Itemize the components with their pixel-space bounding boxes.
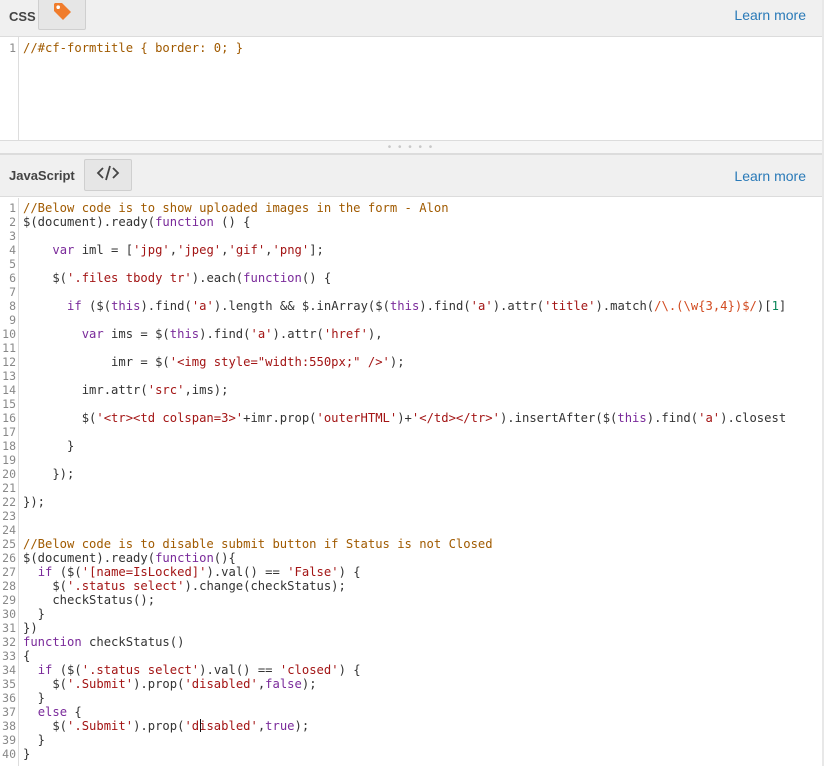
- code-text: $('.Submit').prop('disabled',false);: [23, 677, 317, 691]
- code-text: imr = $('<img style="width:550px;" />');: [23, 355, 405, 369]
- code-text: var ims = $(this).find('a').attr('href')…: [23, 327, 383, 341]
- line-number: 3: [0, 229, 16, 243]
- line-number: 28: [0, 579, 16, 593]
- code-text: //Below code is to disable submit button…: [23, 537, 493, 551]
- line-number: 20: [0, 467, 16, 481]
- line-number: 5: [0, 257, 16, 271]
- tag-icon: [51, 0, 73, 27]
- code-text: $('.Submit').prop('disabled',true);: [23, 719, 309, 733]
- js-editor[interactable]: 1 //Below code is to show uploaded images…: [0, 198, 822, 766]
- code-text: $(document).ready(function () {: [23, 215, 250, 229]
- code-text: }: [23, 439, 74, 453]
- code-icon: [96, 164, 120, 187]
- js-panel-title: JavaScript: [9, 168, 75, 183]
- code-text: $('<tr><td colspan=3>'+imr.prop('outerHT…: [23, 411, 786, 425]
- line-number: 34: [0, 663, 16, 677]
- css-tab-button[interactable]: [38, 0, 86, 30]
- code-text: }: [23, 733, 45, 747]
- line-number: 2: [0, 215, 16, 229]
- line-number: 6: [0, 271, 16, 285]
- line-number: 1: [0, 41, 16, 55]
- line-number: 1: [0, 201, 16, 215]
- line-number: 19: [0, 453, 16, 467]
- code-text: imr.attr('src',ims);: [23, 383, 228, 397]
- code-text: }: [23, 691, 45, 705]
- line-number: 15: [0, 397, 16, 411]
- code-text: $('.status select').change(checkStatus);: [23, 579, 346, 593]
- code-text: }: [23, 747, 30, 761]
- code-text: else {: [23, 705, 82, 719]
- panel-resize-handle[interactable]: • • • • •: [0, 141, 822, 154]
- code-text: function checkStatus(): [23, 635, 184, 649]
- js-panel-header: JavaScript Learn more: [0, 154, 822, 197]
- css-panel-title: CSS: [9, 9, 36, 24]
- css-editor[interactable]: 1 //#cf-formtitle { border: 0; }: [0, 37, 822, 141]
- code-text: //#cf-formtitle { border: 0; }: [23, 41, 243, 55]
- js-learn-more-link[interactable]: Learn more: [734, 168, 806, 184]
- code-text: var iml = ['jpg','jpeg','gif','png'];: [23, 243, 324, 257]
- line-number: 31: [0, 621, 16, 635]
- js-tab-button[interactable]: [84, 159, 132, 191]
- code-text: });: [23, 495, 45, 509]
- line-number: 13: [0, 369, 16, 383]
- code-text: checkStatus();: [23, 593, 155, 607]
- line-number: 27: [0, 565, 16, 579]
- line-number: 17: [0, 425, 16, 439]
- line-number: 9: [0, 313, 16, 327]
- code-text: $(document).ready(function(){: [23, 551, 236, 565]
- line-number: 12: [0, 355, 16, 369]
- css-learn-more-link[interactable]: Learn more: [734, 7, 806, 23]
- code-text: //Below code is to show uploaded images …: [23, 201, 449, 215]
- code-text: {: [23, 649, 30, 663]
- line-number: 36: [0, 691, 16, 705]
- code-text: }: [23, 607, 45, 621]
- line-number: 14: [0, 383, 16, 397]
- line-number: 32: [0, 635, 16, 649]
- line-number: 8: [0, 299, 16, 313]
- code-text: if ($('[name=IsLocked]').val() == 'False…: [23, 565, 361, 579]
- line-number: 22: [0, 495, 16, 509]
- line-number: 30: [0, 607, 16, 621]
- css-panel-header: CSS Learn more: [0, 0, 822, 37]
- line-number: 39: [0, 733, 16, 747]
- code-text: }): [23, 621, 38, 635]
- line-number: 18: [0, 439, 16, 453]
- line-number: 37: [0, 705, 16, 719]
- line-number: 16: [0, 411, 16, 425]
- line-number: 29: [0, 593, 16, 607]
- resize-grip-icon: • • • • •: [388, 142, 435, 153]
- line-number: 25: [0, 537, 16, 551]
- code-text: });: [23, 467, 74, 481]
- code-text: if ($(this).find('a').length && $.inArra…: [23, 299, 786, 313]
- line-number: 21: [0, 481, 16, 495]
- line-number: 4: [0, 243, 16, 257]
- code-text: if ($('.status select').val() == 'closed…: [23, 663, 361, 677]
- line-number: 38: [0, 719, 16, 733]
- line-number: 35: [0, 677, 16, 691]
- line-number: 7: [0, 285, 16, 299]
- line-number: 33: [0, 649, 16, 663]
- code-text: $('.files tbody tr').each(function() {: [23, 271, 331, 285]
- line-number: 11: [0, 341, 16, 355]
- line-number: 40: [0, 747, 16, 761]
- line-number: 24: [0, 523, 16, 537]
- line-number: 26: [0, 551, 16, 565]
- line-number: 23: [0, 509, 16, 523]
- line-number: 10: [0, 327, 16, 341]
- text-cursor: [200, 719, 201, 732]
